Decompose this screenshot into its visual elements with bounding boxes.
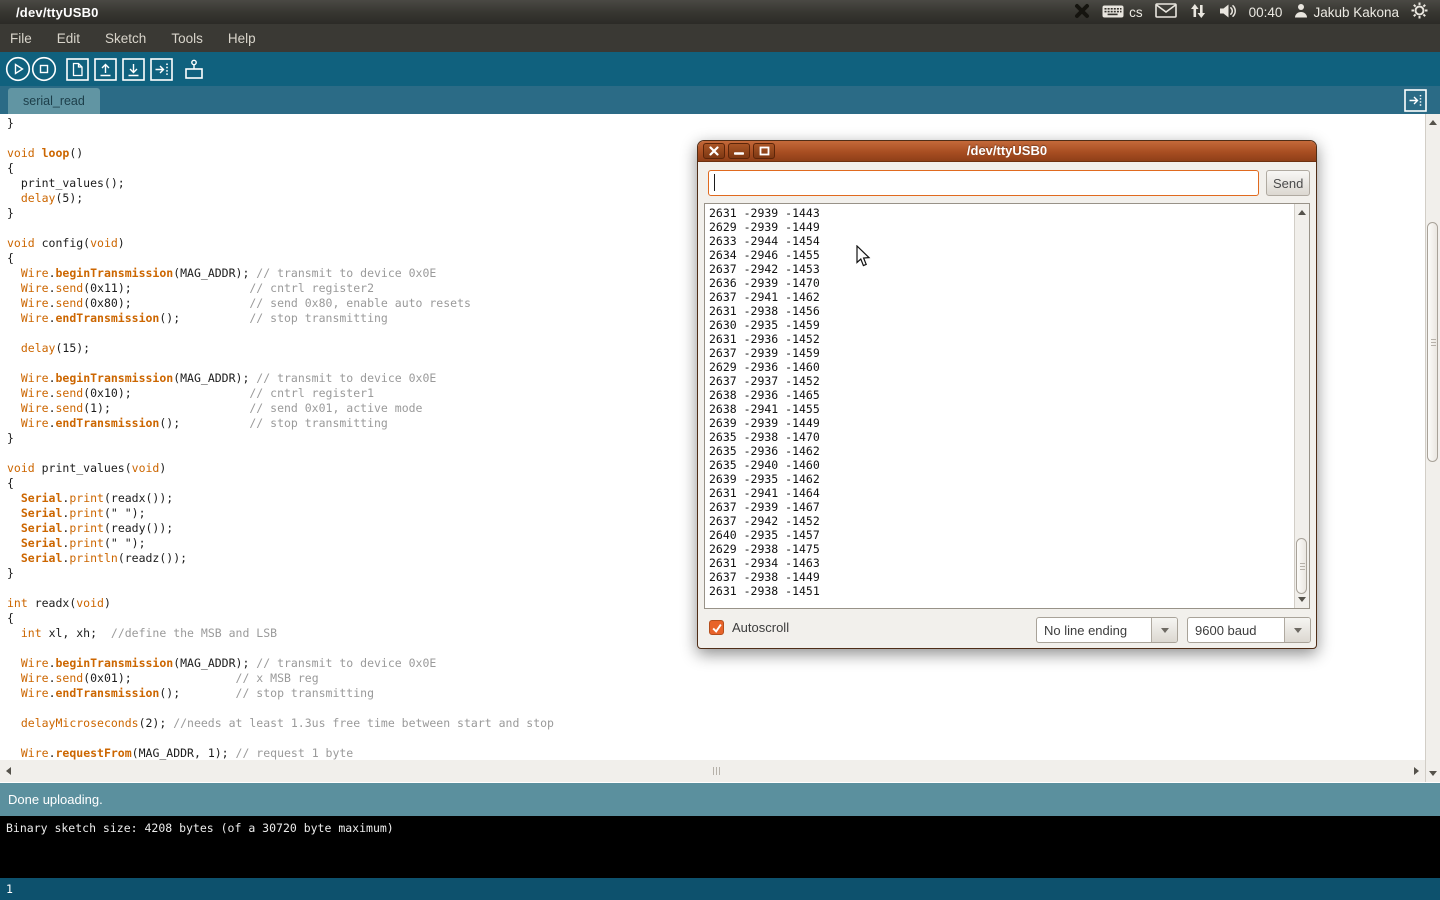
scroll-down-arrow[interactable] (1429, 771, 1437, 776)
chevron-down-icon[interactable] (1151, 618, 1177, 642)
menu-item-file[interactable]: File (10, 31, 32, 46)
username-label: Jakub Kakona (1313, 5, 1399, 20)
gear-icon[interactable] (1411, 2, 1428, 22)
user-menu[interactable]: Jakub Kakona (1294, 3, 1399, 21)
open-sketch-button[interactable] (94, 58, 117, 81)
keyboard-icon (1102, 3, 1124, 22)
line-number: 1 (6, 882, 13, 896)
dropbox-icon[interactable] (1074, 3, 1090, 22)
chevron-down-icon[interactable] (1284, 618, 1310, 642)
menu-item-help[interactable]: Help (228, 31, 256, 46)
line-number-bar: 1 (0, 878, 1440, 900)
splitter-grip[interactable] (713, 767, 722, 775)
stop-button[interactable] (31, 56, 57, 82)
status-message: Done uploading. (8, 792, 103, 807)
serial-output-text: 2631 -2939 -1443 2629 -2939 -1449 2633 -… (709, 206, 1309, 598)
code-line: Wire.beginTransmission(MAG_ADDR); // tra… (7, 656, 1425, 671)
keyboard-layout-label: cs (1129, 5, 1143, 20)
build-console: Binary sketch size: 4208 bytes (of a 307… (0, 816, 1440, 878)
autoscroll-label: Autoscroll (732, 620, 789, 635)
scrollbar-thumb[interactable] (1427, 222, 1438, 462)
system-tray: cs 00:40 Jakub Kakona (1074, 2, 1440, 22)
menu-item-tools[interactable]: Tools (171, 31, 203, 46)
send-button[interactable]: Send (1266, 170, 1310, 196)
serial-input[interactable] (708, 170, 1259, 196)
serial-monitor-window: /dev/ttyUSB0 Send 2631 -2939 -1443 2629 … (697, 140, 1317, 649)
scroll-up-arrow[interactable] (1298, 210, 1306, 215)
network-arrows-icon[interactable] (1189, 3, 1207, 22)
line-ending-value: No line ending (1037, 623, 1151, 638)
baud-select[interactable]: 9600 baud (1187, 617, 1311, 643)
baud-value: 9600 baud (1188, 623, 1284, 638)
code-line (7, 731, 1425, 746)
scrollbar-thumb[interactable] (1296, 538, 1307, 594)
serial-monitor-titlebar[interactable]: /dev/ttyUSB0 (698, 141, 1316, 162)
editor-vertical-scrollbar[interactable] (1425, 114, 1440, 782)
line-ending-select[interactable]: No line ending (1036, 617, 1178, 643)
upload-button[interactable] (150, 58, 173, 81)
code-line: Wire.send(0x01); // x MSB reg (7, 671, 1425, 686)
menu-item-sketch[interactable]: Sketch (105, 31, 146, 46)
user-icon (1294, 3, 1308, 21)
serial-monitor-controls: Autoscroll No line ending 9600 baud (698, 609, 1316, 649)
code-line: } (7, 116, 1425, 131)
tab-menu-button[interactable] (1404, 89, 1427, 115)
system-bar: /dev/ttyUSB0 cs 00:40 Jakub Kakona (0, 0, 1440, 24)
tab-serial-read[interactable]: serial_read (8, 88, 100, 114)
clock[interactable]: 00:40 (1249, 5, 1283, 20)
scroll-left-arrow[interactable] (6, 767, 11, 775)
status-bar: Done uploading. (0, 783, 1440, 816)
volume-icon[interactable] (1219, 3, 1237, 22)
new-sketch-button[interactable] (66, 58, 89, 81)
autoscroll-checkbox[interactable] (709, 620, 724, 635)
tab-label: serial_read (23, 94, 85, 108)
keyboard-layout-indicator[interactable]: cs (1102, 3, 1143, 22)
tab-bar: serial_read (0, 86, 1440, 114)
scroll-right-arrow[interactable] (1414, 767, 1419, 775)
save-sketch-button[interactable] (122, 58, 145, 81)
editor-horizontal-scrollbar[interactable] (0, 760, 1425, 782)
verify-button[interactable] (5, 56, 31, 82)
scroll-up-arrow[interactable] (1429, 120, 1437, 125)
serial-scrollbar[interactable] (1294, 204, 1309, 608)
code-line (7, 701, 1425, 716)
mouse-cursor (856, 245, 871, 267)
toolbar (0, 52, 1440, 86)
console-text: Binary sketch size: 4208 bytes (of a 307… (6, 821, 1440, 835)
code-line: Wire.requestFrom(MAG_ADDR, 1); // reques… (7, 746, 1425, 760)
menu-bar-items: File Edit Sketch Tools Help (0, 24, 1440, 52)
serial-monitor-button[interactable] (182, 58, 206, 81)
check-icon (711, 622, 723, 634)
code-line: delayMicroseconds(2); //needs at least 1… (7, 716, 1425, 731)
scroll-down-arrow[interactable] (1298, 597, 1306, 602)
serial-output[interactable]: 2631 -2939 -1443 2629 -2939 -1449 2633 -… (704, 203, 1310, 609)
mail-icon[interactable] (1155, 3, 1177, 21)
window-title: /dev/ttyUSB0 (16, 5, 99, 20)
code-line: Wire.endTransmission(); // stop transmit… (7, 686, 1425, 701)
menu-item-edit[interactable]: Edit (57, 31, 80, 46)
text-caret (714, 174, 715, 191)
serial-monitor-title: /dev/ttyUSB0 (698, 143, 1316, 158)
